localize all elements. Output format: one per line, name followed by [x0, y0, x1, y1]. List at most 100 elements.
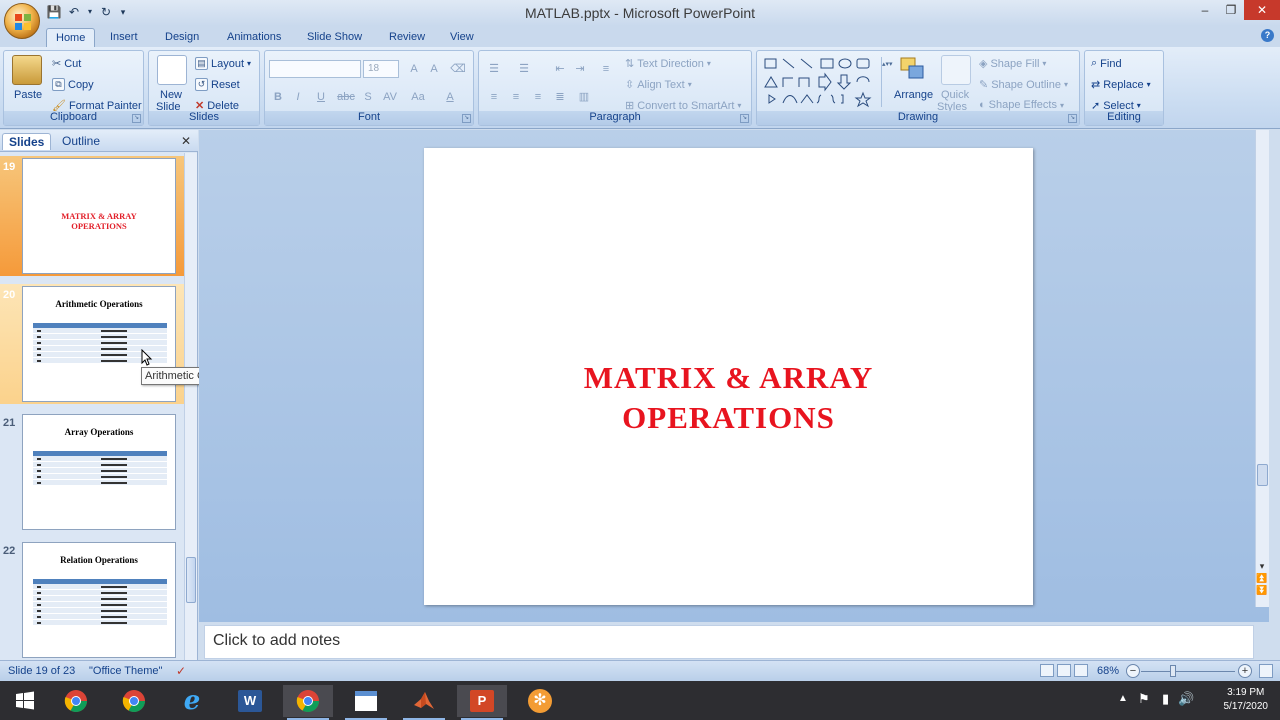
numbering-icon[interactable]: ☰: [515, 61, 533, 77]
zoom-slider[interactable]: [1141, 671, 1235, 672]
slide-thumbnail-20[interactable]: 20 Arithmetic Operations: [0, 284, 184, 404]
underline-button[interactable]: U: [312, 89, 330, 105]
slide-thumbnail-19[interactable]: 19 MATRIX & ARRAY OPERATIONS: [0, 156, 184, 276]
current-slide[interactable]: MATRIX & ARRAY OPERATIONS: [424, 148, 1033, 605]
shrink-font-icon[interactable]: A: [425, 61, 443, 77]
scroll-down-icon[interactable]: ▾: [1255, 560, 1269, 572]
slide-sorter-view-icon[interactable]: [1057, 664, 1071, 677]
normal-view-icon[interactable]: [1040, 664, 1054, 677]
taskbar-chrome[interactable]: [51, 685, 101, 717]
zoom-level[interactable]: 68%: [1097, 665, 1119, 677]
line-spacing-icon[interactable]: ≡: [597, 61, 615, 77]
find-button[interactable]: ⌕ Find: [1091, 57, 1122, 70]
strikethrough-button[interactable]: abc: [335, 89, 357, 105]
next-slide-icon[interactable]: ⏬: [1255, 584, 1269, 596]
new-slide-label-1[interactable]: New: [160, 89, 182, 101]
previous-slide-icon[interactable]: ⏫: [1255, 572, 1269, 584]
drawing-launcher-icon[interactable]: ↘: [1068, 114, 1077, 123]
taskbar-powerpoint[interactable]: P: [457, 685, 507, 720]
decrease-indent-icon[interactable]: ⇤: [551, 61, 569, 77]
tab-insert[interactable]: Insert: [101, 28, 147, 47]
fit-to-window-icon[interactable]: [1259, 664, 1273, 678]
italic-button[interactable]: I: [289, 89, 307, 105]
align-right-icon[interactable]: ≡: [529, 89, 547, 105]
increase-indent-icon[interactable]: ⇥: [571, 61, 589, 77]
font-color-button[interactable]: A: [441, 89, 459, 105]
character-spacing-button[interactable]: AV: [379, 89, 401, 105]
cut-button[interactable]: ✂ Cut: [52, 57, 81, 71]
minimize-button[interactable]: –: [1192, 0, 1218, 20]
start-button[interactable]: [0, 685, 50, 717]
taskbar-word[interactable]: W: [225, 685, 275, 717]
align-center-icon[interactable]: ≡: [507, 89, 525, 105]
font-size-combo[interactable]: 18: [363, 60, 399, 78]
notes-pane[interactable]: Click to add notes: [204, 625, 1254, 659]
layout-button[interactable]: ▤ Layout ▾: [195, 57, 251, 70]
clipboard-launcher-icon[interactable]: ↘: [132, 114, 141, 123]
paste-button[interactable]: Paste: [14, 89, 42, 101]
new-slide-icon[interactable]: [157, 55, 187, 85]
office-button[interactable]: [4, 3, 40, 39]
replace-button[interactable]: ⇄ Replace ▾: [1091, 78, 1151, 92]
justify-icon[interactable]: ≣: [551, 89, 569, 105]
shapes-more-icon[interactable]: ▴▾▾: [881, 57, 893, 107]
tab-design[interactable]: Design: [156, 28, 208, 47]
pane-close-icon[interactable]: ✕: [181, 134, 191, 148]
paste-icon[interactable]: [12, 55, 42, 85]
reset-button[interactable]: ↺ Reset: [195, 78, 240, 91]
quick-styles-icon[interactable]: [941, 55, 971, 85]
shape-outline-button[interactable]: ✎ Shape Outline ▾: [979, 78, 1068, 92]
taskbar-snip[interactable]: ✻: [515, 685, 565, 717]
slide-show-view-icon[interactable]: [1074, 664, 1088, 677]
tab-outline[interactable]: Outline: [56, 133, 106, 149]
clear-formatting-icon[interactable]: ⌫: [449, 61, 467, 77]
taskbar-chrome-2[interactable]: [109, 685, 159, 717]
taskbar-matlab[interactable]: [399, 685, 449, 720]
spell-check-icon[interactable]: ✓: [176, 664, 186, 678]
tab-slide-show[interactable]: Slide Show: [298, 28, 371, 47]
align-text-button[interactable]: ⇳ Align Text ▾: [625, 78, 692, 92]
tab-review[interactable]: Review: [380, 28, 434, 47]
font-name-combo[interactable]: [269, 60, 361, 78]
font-launcher-icon[interactable]: ↘: [462, 114, 471, 123]
slide-thumbnail-21[interactable]: 21 Array Operations: [0, 412, 184, 532]
align-left-icon[interactable]: ≡: [485, 89, 503, 105]
taskbar-internet-explorer[interactable]: e: [167, 685, 217, 717]
quick-styles-label-1[interactable]: Quick: [941, 89, 969, 101]
zoom-out-icon[interactable]: −: [1126, 664, 1140, 678]
grow-font-icon[interactable]: A: [405, 61, 423, 77]
slide-title[interactable]: MATRIX & ARRAY OPERATIONS: [424, 358, 1033, 438]
paragraph-launcher-icon[interactable]: ↘: [740, 114, 749, 123]
zoom-slider-thumb[interactable]: [1170, 665, 1176, 677]
columns-icon[interactable]: ▥: [575, 89, 593, 105]
copy-button[interactable]: ⧉ Copy: [52, 78, 94, 91]
text-direction-button[interactable]: ⇅ Text Direction ▾: [625, 57, 711, 71]
maximize-button[interactable]: ❐: [1218, 0, 1244, 20]
flag-icon[interactable]: ⚑: [1138, 691, 1150, 707]
zoom-in-icon[interactable]: +: [1238, 664, 1252, 678]
volume-icon[interactable]: 🔊: [1178, 691, 1194, 707]
pane-scrollbar-thumb[interactable]: [186, 557, 196, 603]
taskbar-chrome-3[interactable]: [283, 685, 333, 720]
slide-scrollbar[interactable]: [1255, 130, 1269, 607]
tab-animations[interactable]: Animations: [218, 28, 290, 47]
shadow-button[interactable]: S: [359, 89, 377, 105]
clock[interactable]: 3:19 PM 5/17/2020: [1224, 686, 1269, 714]
bullets-icon[interactable]: ☰: [485, 61, 503, 77]
shape-fill-button[interactable]: ◈ Shape Fill ▾: [979, 57, 1046, 71]
slide-thumbnail-22[interactable]: 22 Relation Operations: [0, 540, 184, 660]
arrange-icon[interactable]: [897, 55, 929, 85]
pane-scrollbar[interactable]: [184, 153, 197, 660]
arrange-button[interactable]: Arrange: [894, 89, 933, 101]
tray-expand-icon[interactable]: ▲: [1118, 693, 1128, 704]
close-button[interactable]: ✕: [1244, 0, 1280, 20]
shape-effects-button[interactable]: ◐ Shape Effects ▾: [979, 99, 1064, 111]
shapes-gallery-icon[interactable]: [763, 57, 881, 111]
change-case-button[interactable]: Aa: [407, 89, 429, 105]
bold-button[interactable]: B: [269, 89, 287, 105]
slide-scrollbar-thumb[interactable]: [1257, 464, 1268, 486]
taskbar-calendar[interactable]: [341, 685, 391, 720]
tab-slides[interactable]: Slides: [2, 133, 52, 150]
help-icon[interactable]: ?: [1261, 29, 1274, 42]
battery-icon[interactable]: ▮: [1162, 691, 1169, 707]
